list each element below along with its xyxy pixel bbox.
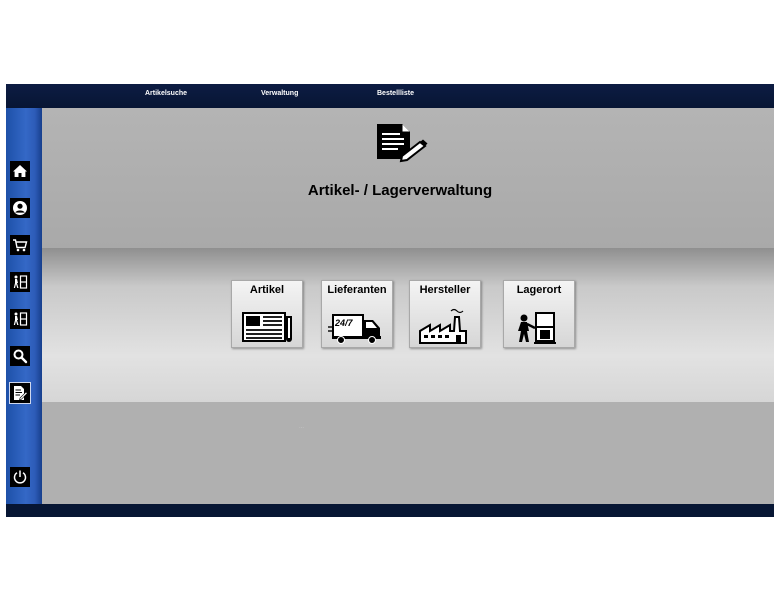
sidebar-warehouse-in-button[interactable] (10, 272, 30, 292)
truck-badge: 24/7 (334, 318, 354, 328)
home-icon (13, 165, 27, 177)
sidebar-logout-button[interactable] (10, 467, 30, 487)
page-title: Artikel- / Lagerverwaltung (307, 182, 493, 199)
sidebar-management-button[interactable] (9, 382, 31, 404)
page-header: Artikel- / Lagerverwaltung (42, 108, 774, 248)
document-edit-icon (14, 386, 28, 401)
user-icon (13, 201, 27, 215)
main-content: Artikel- / Lagerverwaltung Artikel Liefe… (42, 108, 774, 504)
module-tiles-area: Artikel Lieferanten 24/7 Hersteller Lage… (42, 248, 774, 402)
tile-label: Lagerort (516, 284, 562, 296)
power-icon (13, 470, 27, 484)
tile-lagerort[interactable]: Lagerort (503, 280, 575, 348)
sidebar-search-button[interactable] (10, 346, 30, 366)
factory-icon (419, 308, 467, 344)
sidebar (6, 108, 42, 504)
tile-lieferanten[interactable]: Lieferanten 24/7 (321, 280, 393, 348)
delivery-truck-icon: 24/7 (328, 314, 381, 344)
document-edit-icon (377, 124, 428, 163)
sidebar-cart-button[interactable] (10, 235, 30, 255)
sidebar-user-button[interactable] (10, 198, 30, 218)
sidebar-warehouse-out-button[interactable] (10, 309, 30, 329)
sidebar-home-button[interactable] (10, 161, 30, 181)
tile-label: Hersteller (419, 284, 471, 296)
cart-icon (13, 239, 28, 252)
warehouse-worker-icon (13, 275, 28, 289)
nav-bestellliste[interactable]: Bestellliste (377, 90, 414, 97)
content-footer-area: ... (42, 402, 774, 504)
placeholder-mark: ... (299, 424, 305, 430)
footer-bar (6, 504, 774, 517)
search-icon (13, 349, 28, 364)
nav-artikelsuche[interactable]: Artikelsuche (145, 90, 187, 97)
nav-verwaltung[interactable]: Verwaltung (261, 90, 298, 97)
tile-label: Artikel (249, 284, 285, 296)
tile-label: Lieferanten (327, 284, 387, 296)
top-navigation-bar: Artikelsuche Verwaltung Bestellliste (6, 84, 774, 108)
application-window: Artikelsuche Verwaltung Bestellliste Art… (6, 84, 774, 517)
tile-artikel[interactable]: Artikel (231, 280, 303, 348)
tile-hersteller[interactable]: Hersteller (409, 280, 481, 348)
newspaper-icon (242, 312, 292, 342)
warehouse-worker-icon (13, 312, 28, 326)
storage-location-icon (518, 312, 556, 344)
